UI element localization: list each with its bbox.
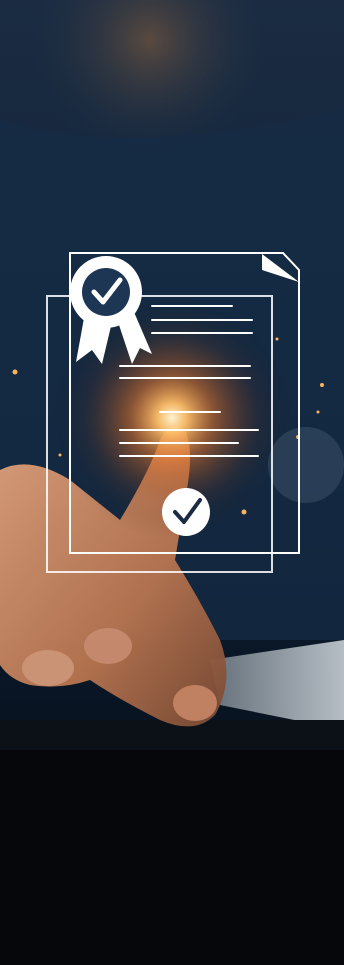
bokeh-large	[268, 427, 344, 503]
desk-highlight	[0, 720, 344, 750]
checkmark-circle-icon	[162, 488, 210, 536]
photo-scene	[0, 0, 344, 965]
desk	[0, 720, 344, 965]
